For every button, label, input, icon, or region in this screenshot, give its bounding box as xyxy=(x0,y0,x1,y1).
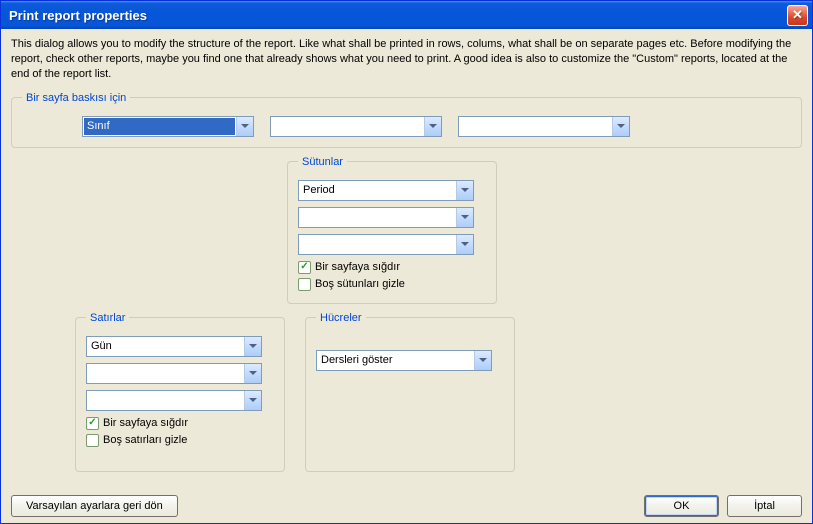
dropdown-button-icon xyxy=(474,351,491,370)
dropdown-button-icon xyxy=(244,364,261,383)
group-page-print: Bir sayfa baskısı için Sınıf xyxy=(11,92,802,148)
columns-dropdown-1-value: Period xyxy=(299,181,456,200)
rows-dropdown-1[interactable]: Gün xyxy=(86,336,262,357)
chevron-down-icon xyxy=(249,398,257,402)
chevron-down-icon xyxy=(461,242,469,246)
close-icon: ✕ xyxy=(792,7,803,23)
dropdown-button-icon xyxy=(456,235,473,254)
page-dropdown-1-value: Sınıf xyxy=(84,118,235,135)
page-dropdown-2[interactable] xyxy=(270,116,442,137)
chevron-down-icon xyxy=(617,124,625,128)
page-dropdown-3-value xyxy=(459,117,612,136)
dropdown-button-icon xyxy=(244,391,261,410)
group-cells: Hücreler Dersleri göster xyxy=(305,312,515,472)
cancel-button[interactable]: İptal xyxy=(727,495,802,517)
columns-dropdown-3[interactable] xyxy=(298,234,474,255)
titlebar: Print report properties ✕ xyxy=(1,1,812,29)
dialog-content: This dialog allows you to modify the str… xyxy=(1,29,812,523)
rows-hide-label: Boş satırları gizle xyxy=(103,434,187,446)
chevron-down-icon xyxy=(249,371,257,375)
dropdown-button-icon xyxy=(456,208,473,227)
close-button[interactable]: ✕ xyxy=(787,5,808,26)
columns-fit-checkbox[interactable] xyxy=(298,261,311,274)
chevron-down-icon xyxy=(429,124,437,128)
rows-dropdown-3[interactable] xyxy=(86,390,262,411)
rows-dropdown-1-value: Gün xyxy=(87,337,244,356)
group-cells-legend: Hücreler xyxy=(316,312,366,324)
columns-hide-label: Boş sütunları gizle xyxy=(315,278,405,290)
cells-dropdown-1-value: Dersleri göster xyxy=(317,351,474,370)
dropdown-button-icon xyxy=(244,337,261,356)
dropdown-button-icon xyxy=(612,117,629,136)
rows-dropdown-3-value xyxy=(87,391,244,410)
columns-dropdown-1[interactable]: Period xyxy=(298,180,474,201)
group-page-legend: Bir sayfa baskısı için xyxy=(22,92,130,104)
cells-dropdown-1[interactable]: Dersleri göster xyxy=(316,350,492,371)
window-title: Print report properties xyxy=(9,8,147,23)
chevron-down-icon xyxy=(249,344,257,348)
dropdown-button-icon xyxy=(424,117,441,136)
chevron-down-icon xyxy=(461,188,469,192)
rows-fit-checkbox[interactable] xyxy=(86,417,99,430)
rows-dropdown-2[interactable] xyxy=(86,363,262,384)
columns-dropdown-2-value xyxy=(299,208,456,227)
group-rows: Satırlar Gün xyxy=(75,312,285,472)
dialog-window: Print report properties ✕ This dialog al… xyxy=(0,0,813,524)
page-dropdown-2-value xyxy=(271,117,424,136)
group-rows-legend: Satırlar xyxy=(86,312,129,324)
page-dropdown-3[interactable] xyxy=(458,116,630,137)
rows-hide-checkbox[interactable] xyxy=(86,434,99,447)
columns-dropdown-3-value xyxy=(299,235,456,254)
chevron-down-icon xyxy=(241,124,249,128)
rows-dropdown-2-value xyxy=(87,364,244,383)
chevron-down-icon xyxy=(461,215,469,219)
restore-defaults-button[interactable]: Varsayılan ayarlara geri dön xyxy=(11,495,178,517)
dialog-footer: Varsayılan ayarlara geri dön OK İptal xyxy=(11,489,802,517)
dropdown-button-icon xyxy=(456,181,473,200)
page-dropdown-1[interactable]: Sınıf xyxy=(82,116,254,137)
columns-fit-label: Bir sayfaya sığdır xyxy=(315,261,400,273)
group-columns: Sütunlar Period xyxy=(287,156,497,304)
dropdown-button-icon xyxy=(236,117,253,136)
group-columns-legend: Sütunlar xyxy=(298,156,347,168)
chevron-down-icon xyxy=(479,358,487,362)
columns-hide-checkbox[interactable] xyxy=(298,278,311,291)
rows-fit-label: Bir sayfaya sığdır xyxy=(103,417,188,429)
description-text: This dialog allows you to modify the str… xyxy=(11,37,802,82)
ok-button[interactable]: OK xyxy=(644,495,719,517)
columns-dropdown-2[interactable] xyxy=(298,207,474,228)
